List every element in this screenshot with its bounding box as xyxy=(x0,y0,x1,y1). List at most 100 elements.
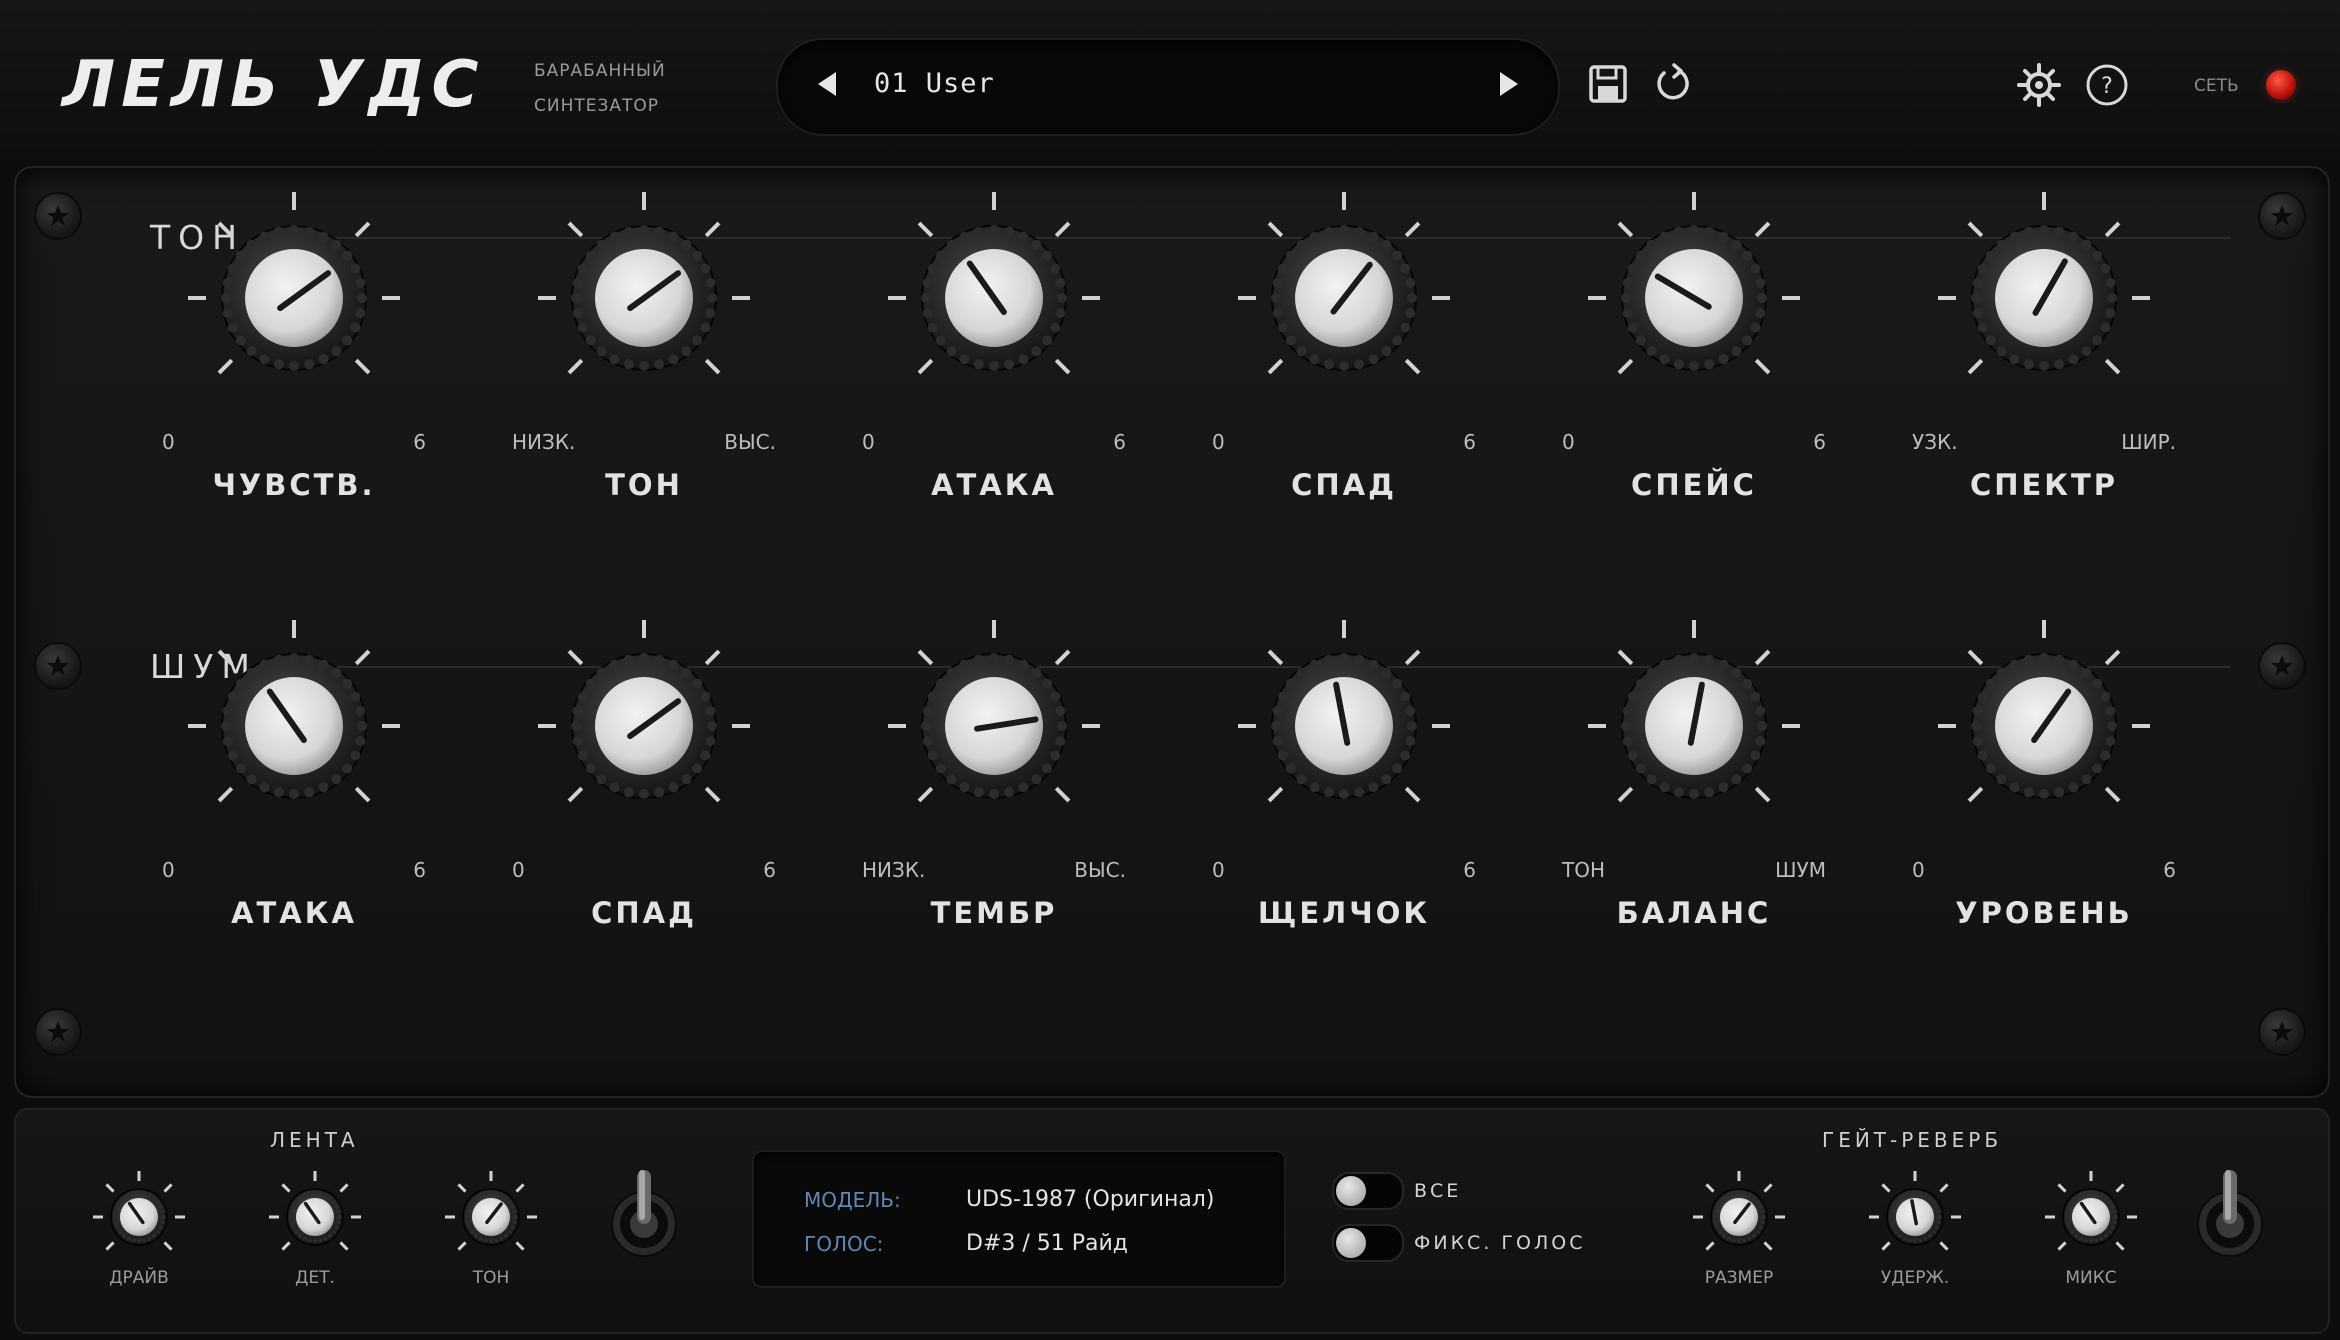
knob-knurl xyxy=(1627,322,1638,333)
knob-tick xyxy=(1939,1241,1949,1251)
noise_section-knob-4[interactable]: 0 6 ЩЕЛЧОК xyxy=(1184,616,1504,936)
knob-graphic[interactable] xyxy=(484,616,804,856)
knob-knurl xyxy=(922,736,933,747)
gate_reverb-knob-2[interactable]: УДЕРЖ. xyxy=(1855,1160,1975,1300)
noise_section-knob-6[interactable]: 0 6 УРОВЕНЬ xyxy=(1884,616,2204,936)
tape-knob-1[interactable]: ДРАЙВ xyxy=(79,1160,199,1300)
knob-knurl xyxy=(1977,322,1988,333)
knob-knurl xyxy=(1646,667,1657,678)
tape-toggle-switch[interactable] xyxy=(604,1166,684,1266)
tape-knob-2[interactable]: ДЕТ. xyxy=(255,1160,375,1300)
noise_section-knob-1[interactable]: 0 6 АТАКА xyxy=(134,616,454,936)
gate_reverb-knob-1[interactable]: РАЗМЕР xyxy=(1679,1160,1799,1300)
knob-knurl xyxy=(1902,1193,1907,1198)
knob-graphic[interactable] xyxy=(1184,616,1504,856)
knob-knurl xyxy=(1272,736,1283,747)
knob-graphic[interactable] xyxy=(1534,188,1854,428)
knob-knurl xyxy=(1755,736,1766,747)
knob-graphic[interactable] xyxy=(1884,188,2204,428)
knob-max-label: 6 xyxy=(413,858,426,882)
net-status-led[interactable] xyxy=(2266,70,2296,100)
knob-knurl xyxy=(1923,1193,1928,1198)
small-knob-graphic[interactable] xyxy=(255,1160,375,1272)
knob-knurl xyxy=(1889,1209,1894,1214)
preset-selector[interactable]: 01 User xyxy=(776,38,1560,136)
knob-tick xyxy=(2104,221,2121,238)
knob-knurl xyxy=(494,1191,499,1196)
knob-knurl xyxy=(2009,354,2020,365)
small-knob-graphic[interactable] xyxy=(79,1160,199,1272)
gate_reverb-knob-3[interactable]: МИКС xyxy=(2031,1160,2151,1300)
tape-knob-3[interactable]: ТОН xyxy=(431,1160,551,1300)
knob-graphic[interactable] xyxy=(834,188,1154,428)
knob-graphic[interactable] xyxy=(1534,616,1854,856)
knob-graphic[interactable] xyxy=(484,188,804,428)
knob-knurl xyxy=(121,1196,127,1201)
knob-knurl xyxy=(510,1225,515,1230)
knob-knurl xyxy=(1407,293,1417,303)
preset-prev-button[interactable] xyxy=(818,72,836,96)
knob-knurl xyxy=(1271,721,1281,731)
all-toggle[interactable] xyxy=(1332,1172,1404,1210)
knob-graphic[interactable] xyxy=(1884,616,2204,856)
knob-knurl xyxy=(158,1204,163,1209)
knob-tick xyxy=(163,1183,173,1193)
knob-knurl xyxy=(342,763,353,774)
knob-knurl xyxy=(946,774,957,785)
knob-knurl xyxy=(1381,346,1392,357)
fixed-voice-toggle-label: ФИКС. ГОЛОС xyxy=(1414,1232,1586,1254)
knob-knurl xyxy=(572,736,583,747)
knob-knurl xyxy=(1758,1204,1763,1209)
knob-knurl xyxy=(142,1238,147,1243)
knob-tick xyxy=(1763,1183,1773,1193)
knob-knurl xyxy=(2039,789,2049,799)
tone_section-knob-5[interactable]: 0 6 СПЕЙС xyxy=(1534,188,1854,508)
knob-tick xyxy=(917,358,934,375)
knob-graphic[interactable] xyxy=(834,616,1154,856)
knob-knurl xyxy=(1004,654,1015,665)
knob-knurl xyxy=(2065,1209,2070,1214)
knob-graphic[interactable] xyxy=(134,188,454,428)
small-knob-graphic[interactable] xyxy=(2031,1160,2151,1272)
knob-graphic[interactable] xyxy=(1184,188,1504,428)
knob-knurl xyxy=(1285,678,1296,689)
gate-reverb-toggle-switch[interactable] xyxy=(2190,1166,2270,1266)
knob-knurl xyxy=(1736,1190,1742,1196)
fixed-voice-toggle[interactable] xyxy=(1332,1224,1404,1262)
gear-icon[interactable] xyxy=(2014,60,2064,110)
knob-knurl xyxy=(483,1191,488,1196)
small-knob-graphic[interactable] xyxy=(1679,1160,1799,1272)
knob-knurl xyxy=(609,659,620,670)
tone_section-knob-2[interactable]: НИЗК. ВЫС. ТОН xyxy=(484,188,804,508)
noise_section-knob-2[interactable]: 0 6 СПАД xyxy=(484,616,804,936)
reset-icon[interactable] xyxy=(1648,60,1698,110)
knob-knurl xyxy=(246,774,257,785)
noise_section-knob-5[interactable]: ТОН ШУМ БАЛАНС xyxy=(1534,616,1854,936)
tone_section-knob-1[interactable]: 0 6 ЧУВСТВ. xyxy=(134,188,454,508)
preset-name[interactable]: 01 User xyxy=(874,68,995,99)
tone_section-knob-3[interactable]: 0 6 АТАКА xyxy=(834,188,1154,508)
knob-knurl xyxy=(494,1238,499,1243)
knob-knurl xyxy=(1755,1229,1760,1235)
knob-graphic[interactable] xyxy=(134,616,454,856)
noise_section-knob-3[interactable]: НИЗК. ВЫС. ТЕМБР xyxy=(834,616,1154,936)
small-knob-graphic[interactable] xyxy=(431,1160,551,1272)
knob-knurl xyxy=(221,293,231,303)
knob-knurl xyxy=(289,225,299,235)
knob-knurl xyxy=(2081,774,2092,785)
small-knob-graphic[interactable] xyxy=(1855,1160,1975,1272)
knob-knurl xyxy=(577,750,588,761)
tone_section-knob-6[interactable]: УЗК. ШИР. СПЕКТР xyxy=(1884,188,2204,508)
preset-next-button[interactable] xyxy=(1500,72,1518,96)
knob-knurl xyxy=(700,750,711,761)
knob-tick xyxy=(1967,786,1984,803)
knob-knurl xyxy=(2105,308,2116,319)
knob-tick xyxy=(567,649,584,666)
knob-knurl xyxy=(2067,1225,2072,1230)
knob-knurl xyxy=(512,1209,517,1214)
knob-knurl xyxy=(355,308,366,319)
save-icon[interactable] xyxy=(1584,60,1634,110)
help-icon[interactable]: ? xyxy=(2082,60,2132,110)
tone_section-knob-4[interactable]: 0 6 СПАД xyxy=(1184,188,1504,508)
small-knob-label: ДЕТ. xyxy=(295,1268,335,1288)
